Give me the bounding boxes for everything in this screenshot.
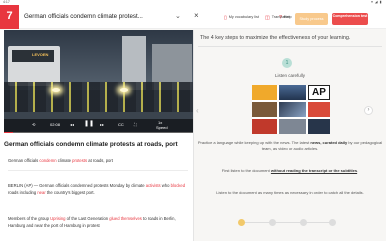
p1-text-b: climate	[56, 158, 73, 163]
p1-text-c: at roads, port	[87, 158, 113, 163]
skip-back-icon[interactable]: ◂◂	[70, 122, 74, 128]
bookmark-icon: ▯	[224, 15, 227, 21]
skip-forward-icon[interactable]: ▸▸	[100, 122, 104, 128]
step-dot-4[interactable]	[329, 219, 336, 226]
app-root: 4:17 ▾ ◢ ▮ 7 German officials condemn cl…	[0, 0, 386, 241]
speed-label: Speed	[156, 125, 168, 130]
word-link-protests[interactable]: protests	[72, 158, 87, 163]
word-link-blocked[interactable]: blocked	[171, 183, 185, 188]
steps-heading: The 4 key steps to maximize the effectiv…	[200, 35, 351, 41]
news-tile	[279, 102, 306, 117]
step-title: Listen carefully	[274, 73, 305, 78]
news-tile	[308, 102, 330, 117]
word-link-near[interactable]: near	[37, 190, 45, 195]
chevron-down-icon[interactable]: ⌄	[175, 12, 181, 20]
step-dot-1[interactable]	[238, 219, 245, 226]
p2-text-d: the country's biggest port.	[45, 189, 95, 195]
study-process-button[interactable]: Study process	[295, 13, 328, 25]
close-icon[interactable]: ×	[194, 11, 199, 20]
word-link-condemn[interactable]: condemn	[39, 158, 56, 163]
video-player[interactable]: LEVOEN ⟲ 02:08 ◂◂ ❚❚ ▸▸ CC ⛶ 1x Speed	[4, 30, 193, 133]
news-tile	[308, 119, 330, 134]
app-logo[interactable]: 7	[0, 5, 19, 197]
news-tile	[279, 85, 306, 100]
help-icon: ?	[279, 15, 282, 21]
video-time: 02:08	[50, 122, 61, 127]
rewind-icon[interactable]: ⟲	[32, 122, 35, 128]
step-text-1a: Practice a language while keeping up wit…	[197, 140, 311, 145]
video-scene-headlight	[52, 88, 60, 92]
step-progress-line	[241, 222, 331, 223]
fullscreen-icon[interactable]: ⛶	[134, 122, 137, 128]
video-scene-crowd	[4, 82, 193, 112]
ap-logo: AP	[308, 85, 330, 100]
steps-divider	[198, 46, 382, 47]
news-tile	[279, 119, 306, 134]
step-description-1: Practice a language while keeping up wit…	[194, 140, 386, 151]
p2-text-a: BERLIN (AP) — German officials condemned…	[8, 183, 146, 188]
news-tile	[252, 119, 277, 134]
word-link-uprising[interactable]: Uprising	[50, 216, 65, 221]
comprehension-test-button[interactable]: Comprehension test	[332, 13, 368, 25]
step-dot-3[interactable]	[300, 219, 307, 226]
step-description-2: First listen to the document without rea…	[194, 168, 386, 174]
logo-glyph: 7	[6, 10, 13, 22]
video-scene-headlight-2	[120, 88, 128, 92]
step-description-3: Listen to the document as many times as …	[216, 190, 364, 195]
vocabulary-label: My vocabulary list	[228, 15, 259, 19]
article-paragraph-3: Members of the group Uprising of the Las…	[8, 216, 190, 229]
step-text-2b: without reading the transcript or the su…	[270, 168, 358, 173]
chevron-right-icon[interactable]: ›	[364, 106, 373, 115]
p1-text-a: German officials	[8, 158, 40, 163]
p2-text-b: who	[160, 183, 171, 188]
header-article-title: German officials condemn climate protest…	[24, 13, 143, 20]
step-text-2a: First listen to the document	[221, 168, 271, 173]
step-dot-2[interactable]	[269, 219, 276, 226]
word-link-activists[interactable]: activists	[146, 183, 161, 188]
news-tile	[252, 102, 277, 117]
article-paragraph-2: BERLIN (AP) — German officials condemned…	[8, 183, 190, 196]
p3-text-b: of the Last Generation	[65, 216, 110, 221]
video-progress-bar[interactable]	[4, 131, 193, 133]
step-text-1b: news, curated daily	[310, 140, 348, 145]
pause-icon[interactable]: ❚❚	[84, 121, 94, 127]
chevron-left-icon[interactable]: ‹	[196, 106, 199, 115]
article-divider	[8, 170, 188, 171]
video-progress-fill	[4, 131, 14, 133]
article-paragraph-1: German officials condemn climate protest…	[8, 158, 190, 165]
step-text-2c: .	[357, 168, 359, 173]
help-label: Help	[283, 15, 292, 19]
news-tile	[252, 85, 277, 100]
caption-toggle[interactable]: CC	[118, 122, 124, 128]
app-header: 7 German officials condemn climate prote…	[0, 5, 386, 197]
article-headline: German officials condemn climate protest…	[4, 141, 178, 148]
article-column: LEVOEN ⟲ 02:08 ◂◂ ❚❚ ▸▸ CC ⛶ 1x Speed Ge…	[0, 30, 193, 241]
step-number-badge: 1	[282, 58, 292, 68]
translate-icon: ◫	[265, 15, 270, 21]
learning-steps-panel: The 4 key steps to maximize the effectiv…	[194, 30, 386, 241]
video-bus-sign: LEVOEN	[32, 52, 49, 57]
p2-text-c: roads including	[8, 189, 38, 195]
p3-text-a: Members of the group	[8, 216, 51, 221]
video-controls: ⟲ 02:08 ◂◂ ❚❚ ▸▸ CC ⛶ 1x Speed	[4, 119, 193, 133]
word-link-glued-themselves[interactable]: glued themselves	[109, 216, 142, 221]
help-button[interactable]: ? Help	[279, 15, 292, 21]
news-sources-collage: AP	[252, 85, 330, 134]
vocabulary-list-button[interactable]: ▯ My vocabulary list	[224, 15, 259, 21]
